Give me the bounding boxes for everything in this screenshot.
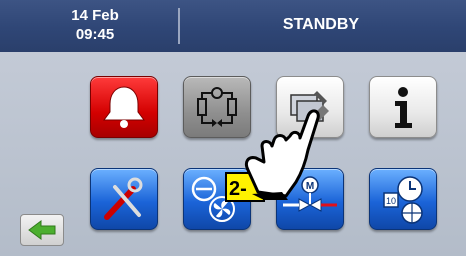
svg-text:10: 10 — [386, 196, 396, 206]
date-time: 14 Feb 09:45 — [55, 6, 135, 44]
alarm-button[interactable] — [90, 76, 158, 138]
pointing-hand-icon — [244, 109, 320, 200]
settings-button[interactable] — [90, 168, 158, 230]
bell-icon — [103, 86, 145, 128]
clock-calendar-globe-icon: 10 — [383, 176, 423, 224]
date-label: 14 Feb — [71, 7, 119, 24]
info-icon — [395, 87, 412, 128]
info-button[interactable] — [369, 76, 437, 138]
status-label: STANDBY — [282, 16, 360, 33]
header-bar: 14 Feb 09:45 STANDBY — [0, 0, 466, 52]
header-separator — [178, 8, 180, 44]
clock-settings-button[interactable]: 10 — [369, 168, 437, 230]
time-label: 09:45 — [75, 26, 115, 43]
settings-tools-icon — [104, 177, 143, 220]
back-arrow-icon — [28, 220, 56, 240]
back-button[interactable] — [20, 214, 64, 246]
